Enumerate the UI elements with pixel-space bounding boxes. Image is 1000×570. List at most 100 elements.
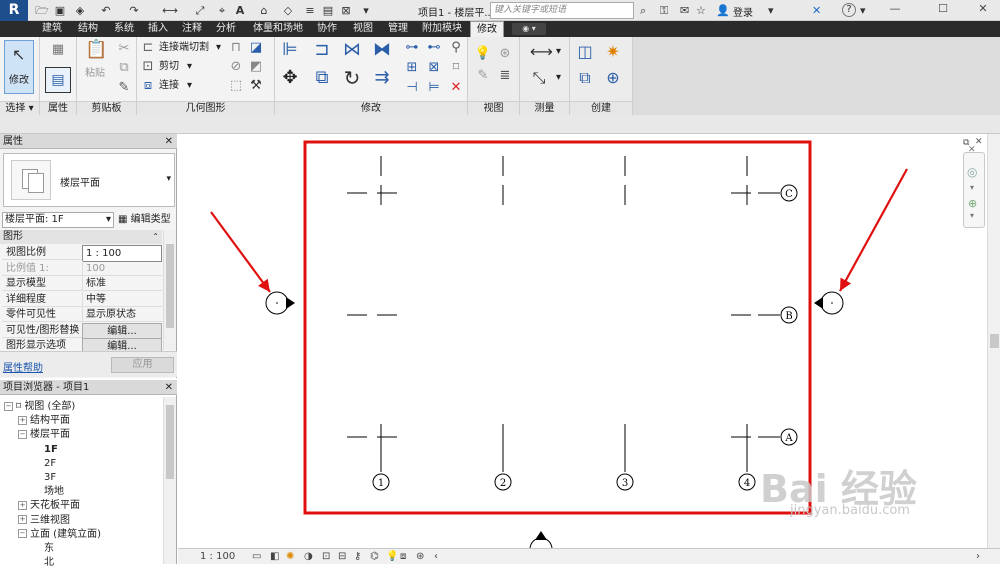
demolish-icon[interactable]: ⊘ <box>227 58 245 76</box>
hide-icon[interactable]: 💡 <box>474 45 492 63</box>
unpin-icon[interactable]: ⌑ <box>447 59 465 77</box>
linework-icon[interactable]: ✎ <box>474 67 492 85</box>
split-face-icon[interactable]: ◪ <box>247 39 265 57</box>
move-icon[interactable]: ✥ <box>281 69 299 87</box>
select-panel-label[interactable]: 选择 ▾ <box>0 101 39 115</box>
pin-icon[interactable]: ⚲ <box>447 39 465 57</box>
scroll-right-icon[interactable]: › <box>976 550 980 563</box>
browser-tree-item[interactable]: − 楼层平面 <box>18 428 70 442</box>
tab-massing-site[interactable]: 体量和场地 <box>253 21 303 37</box>
login-dropdown-icon[interactable]: ▾ <box>768 3 774 18</box>
hammer-icon[interactable]: ⚒ <box>247 77 265 95</box>
close-icon[interactable]: ✕ <box>165 134 173 149</box>
split-icon[interactable]: ⊶ <box>403 39 421 57</box>
tab-structure[interactable]: 结构 <box>78 21 98 37</box>
property-value[interactable]: 1 : 100 <box>82 245 162 262</box>
cut-label[interactable]: 剪切 <box>159 60 179 74</box>
browser-tree-item[interactable]: 场地 <box>44 485 64 499</box>
graphics-group-header[interactable]: 图形 ⌃ <box>0 230 162 244</box>
minimize-button[interactable]: — <box>880 2 910 15</box>
paste-icon[interactable]: 📋 <box>85 41 107 59</box>
3d-view-icon[interactable]: ⌂ <box>256 3 272 18</box>
chevron-down-icon[interactable]: ▾ <box>166 174 171 184</box>
view-properties-icon[interactable]: ≣ <box>496 67 514 85</box>
tab-analyze[interactable]: 分析 <box>216 21 236 37</box>
undo-icon[interactable]: ↶ <box>98 3 114 18</box>
cope-dropdown-icon[interactable]: ▾ <box>216 41 221 55</box>
paint-icon[interactable]: ◩ <box>247 58 265 76</box>
shadows-icon[interactable]: ◑ <box>304 550 313 563</box>
tab-view[interactable]: 视图 <box>353 21 373 37</box>
browser-tree-item[interactable]: 3F <box>44 471 56 485</box>
join-icon[interactable]: ⧈ <box>139 77 157 95</box>
instance-filter-dropdown[interactable]: 楼层平面: 1F ▾ <box>2 212 114 228</box>
cope-icon[interactable]: ⊏ <box>139 39 157 57</box>
collapse-icon[interactable]: − <box>4 401 13 411</box>
join-dropdown-icon[interactable]: ▾ <box>187 79 192 93</box>
tab-manage[interactable]: 管理 <box>388 21 408 37</box>
trim-multiple-icon[interactable]: ⊨ <box>425 79 443 97</box>
properties-help-link[interactable]: 属性帮助 <box>3 359 43 374</box>
mirror-axis-icon[interactable]: ⋈ <box>343 41 361 59</box>
collapse-icon[interactable]: − <box>18 429 27 439</box>
detail-level-icon[interactable]: ▭ <box>252 550 261 563</box>
property-row[interactable]: 零件可见性 显示原状态 <box>2 307 162 322</box>
create-parts-icon[interactable]: ✷ <box>604 43 622 61</box>
copy-clipboard-icon[interactable]: ⧉ <box>115 59 133 77</box>
create-similar-icon[interactable]: ⊕ <box>604 69 622 87</box>
property-edit-button[interactable]: 编辑... <box>82 322 162 340</box>
dimension-icon[interactable]: ⤡ <box>530 69 548 87</box>
collapse-icon[interactable]: − <box>18 529 27 539</box>
zoom-icon[interactable]: ⊕ <box>968 197 977 210</box>
view-scale[interactable]: 1 : 100 <box>200 550 235 563</box>
offset-icon[interactable]: ⊐ <box>313 41 331 59</box>
modify-tool-button[interactable]: ↖ 修改 <box>4 40 34 94</box>
close-hidden-icon[interactable]: ⊠ <box>338 3 354 18</box>
wall-joins-icon[interactable]: ⊓ <box>227 39 245 57</box>
array-icon[interactable]: ⊞ <box>403 59 421 77</box>
properties-scrollbar[interactable] <box>163 230 176 350</box>
trim-extend-icon[interactable]: ⇉ <box>373 69 391 87</box>
vertical-scrollbar[interactable] <box>987 134 1000 548</box>
properties-toggle-icon[interactable]: ▤ <box>45 67 71 93</box>
save-icon[interactable]: ▣ <box>52 3 68 18</box>
user-icon[interactable]: 👤 <box>716 3 730 18</box>
open-icon[interactable]: 🗁 <box>34 3 50 18</box>
browser-tree-item[interactable]: 东 <box>44 542 54 556</box>
restore-view-icon[interactable]: ⧉ <box>963 138 969 148</box>
steering-wheel-icon[interactable]: ◎ <box>967 165 977 179</box>
align-icon[interactable]: ⊫ <box>281 41 299 59</box>
type-selector[interactable]: 楼层平面 ▾ <box>3 153 175 207</box>
sync-icon[interactable]: ◈ <box>72 3 88 18</box>
highlight-displacement-icon[interactable]: ⊛ <box>416 550 424 563</box>
browser-tree-item[interactable]: + 结构平面 <box>18 414 70 428</box>
communication-icon[interactable]: ✉ <box>680 3 689 18</box>
browser-tree-item[interactable]: + 三维视图 <box>18 514 70 528</box>
subscription-icon[interactable]: ⚿ <box>660 3 668 18</box>
join-label[interactable]: 连接 <box>159 79 179 93</box>
search-input[interactable]: 键入关键字或短语 <box>490 2 634 19</box>
browser-tree-item[interactable]: + 天花板平面 <box>18 499 80 513</box>
scale-icon[interactable]: ⊠ <box>425 59 443 77</box>
property-row[interactable]: 显示模型 标准 <box>2 276 162 291</box>
temp-hide-icon[interactable]: ⌬ <box>370 550 379 563</box>
measure-icon[interactable]: ⟷ <box>162 3 178 18</box>
customize-toolbar-icon[interactable]: ▾ <box>358 3 374 18</box>
visual-style-icon[interactable]: ◧ <box>270 550 279 563</box>
chevron-down-icon[interactable]: ▾ <box>970 211 974 220</box>
scroll-left-icon[interactable]: ‹ <box>434 550 438 563</box>
text-icon[interactable]: A <box>232 3 248 18</box>
cut-clipboard-icon[interactable]: ✂ <box>115 40 133 58</box>
maximize-button[interactable]: ☐ <box>928 2 958 15</box>
apply-button[interactable]: 应用 <box>111 357 174 373</box>
close-icon[interactable]: ✕ <box>165 380 173 395</box>
tab-insert[interactable]: 插入 <box>148 21 168 37</box>
expand-icon[interactable]: + <box>18 500 27 510</box>
type-properties-icon[interactable]: ▦ <box>49 41 67 59</box>
browser-tree-item[interactable]: − ⌑ 视图 (全部) <box>4 400 75 414</box>
section-icon[interactable]: ◇ <box>280 3 296 18</box>
create-group-icon[interactable]: ⧉ <box>576 69 594 87</box>
measure-between-icon[interactable]: ⟷ <box>530 43 553 61</box>
create-assembly-icon[interactable]: ◫ <box>576 43 594 61</box>
help-dropdown-icon[interactable]: ▾ <box>860 3 866 18</box>
